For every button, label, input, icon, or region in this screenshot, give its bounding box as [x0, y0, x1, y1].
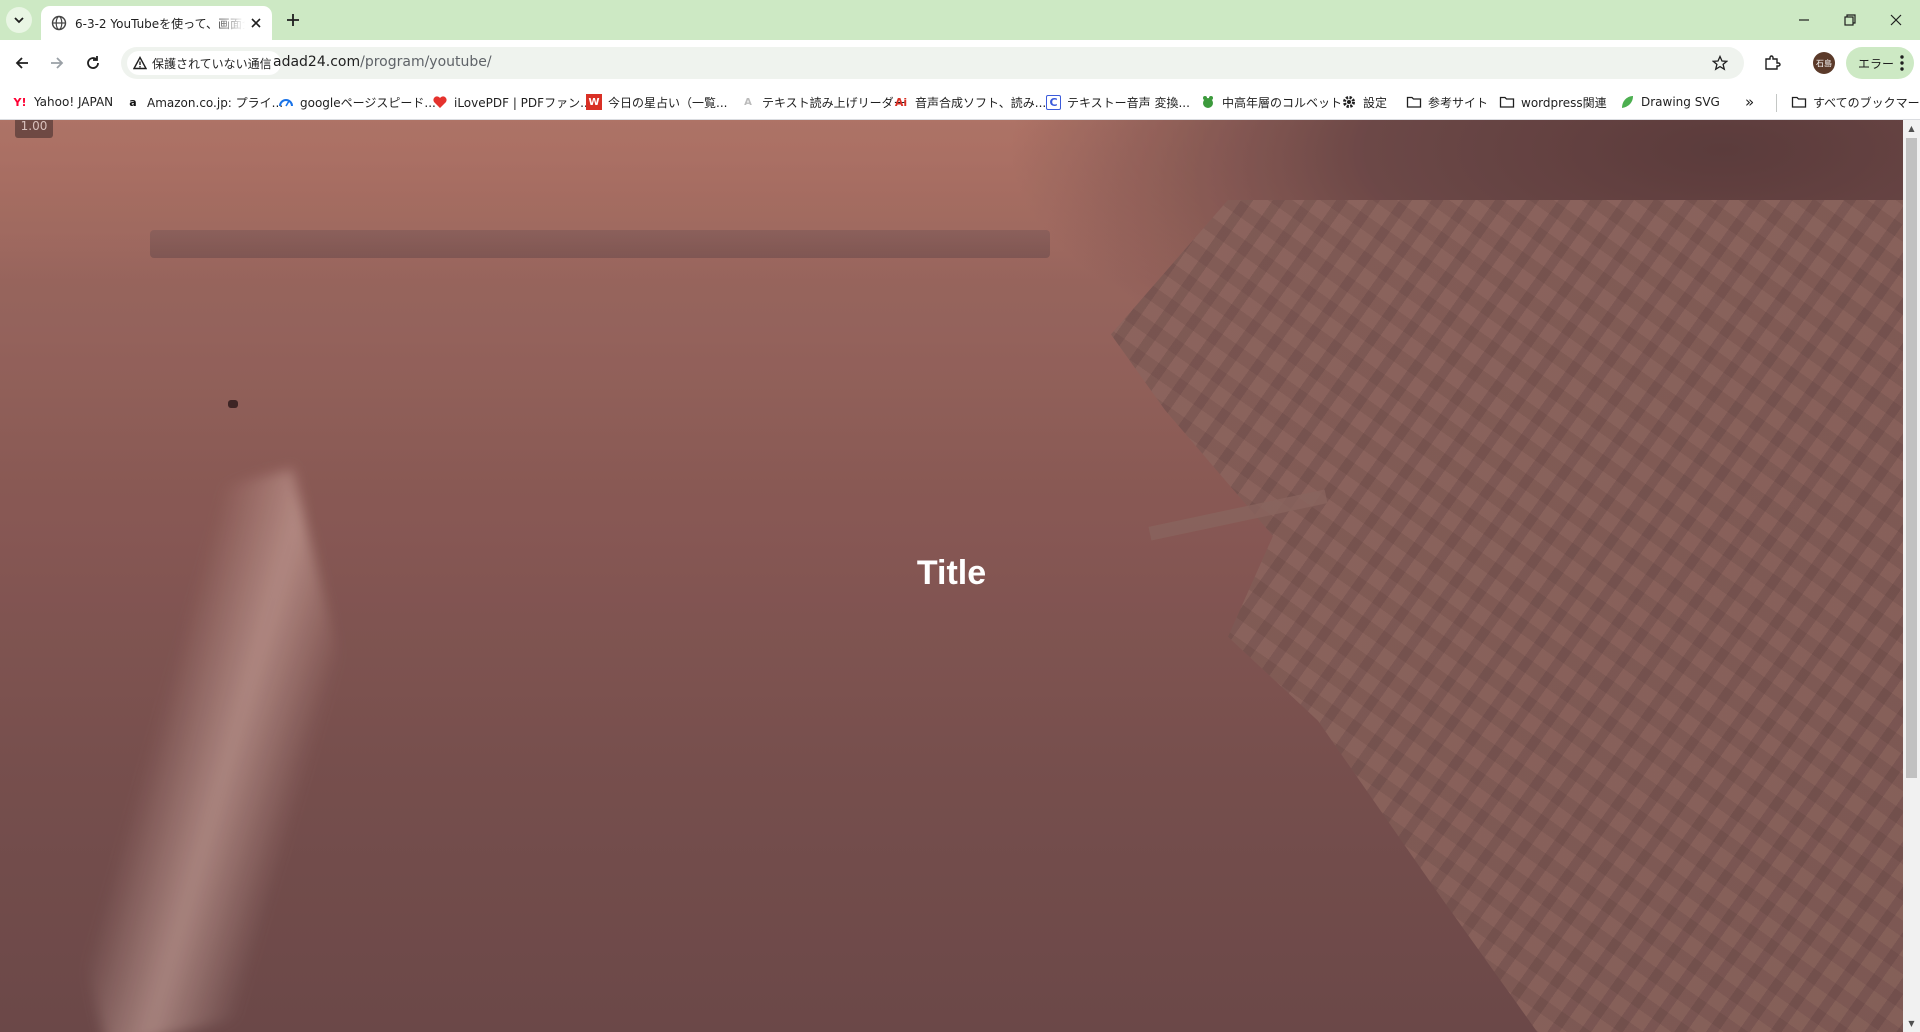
error-label: エラー [1858, 56, 1895, 71]
bookmarks-overflow-button[interactable]: » [1745, 92, 1754, 112]
minimize-button[interactable] [1781, 0, 1827, 40]
bookmark-label: wordpress関連 [1521, 95, 1607, 110]
new-tab-button[interactable] [281, 8, 305, 32]
bookmark-label: テキストー音声 変換... [1067, 95, 1190, 110]
gear-icon [1343, 96, 1355, 108]
scroll-down-icon[interactable]: ▼ [1907, 1019, 1916, 1028]
tab-title: 6-3-2 YouTubeを使って、画面全体 [75, 16, 245, 31]
puzzle-icon [1765, 55, 1781, 70]
star-icon [1712, 55, 1728, 71]
chevron-down-icon [14, 17, 24, 24]
tab-search-button[interactable] [6, 7, 32, 33]
all-bookmarks-label: すべてのブックマーク [1813, 95, 1920, 110]
page-content: 1.00 Title [0, 120, 1903, 1032]
reload-icon [87, 56, 99, 69]
arrow-left-icon [15, 57, 28, 69]
bookmark-item[interactable]: iLovePDF | PDFファン... [432, 92, 592, 112]
ai-icon: Ai [894, 95, 908, 109]
bookmark-folder[interactable]: wordpress関連 [1499, 92, 1607, 112]
scroll-up-icon[interactable]: ▲ [1907, 124, 1916, 133]
reload-button[interactable] [79, 49, 107, 77]
url-path: /program/youtube/ [360, 54, 492, 70]
folder-icon [1499, 96, 1515, 108]
bookmark-item[interactable]: 設定 [1341, 92, 1387, 112]
bookmarks-bar: Y! Yahoo! JAPAN a Amazon.co.jp: プライ... g… [0, 86, 1920, 120]
bookmark-label: テキスト読み上げリーダー [762, 95, 906, 110]
restore-icon [1844, 14, 1856, 26]
url-host: adad24.com [273, 54, 361, 70]
bookmark-label: 参考サイト [1428, 95, 1489, 110]
close-icon [1890, 14, 1902, 26]
pagespeed-icon [279, 99, 293, 107]
folder-icon [1406, 96, 1422, 108]
text-reader-icon: A [744, 96, 752, 108]
back-button[interactable] [8, 49, 36, 77]
bookmark-folder[interactable]: 参考サイト [1406, 92, 1488, 112]
profile-error-button[interactable]: エラー [1846, 47, 1914, 79]
globe-icon [51, 15, 67, 31]
restore-button[interactable] [1827, 0, 1873, 40]
more-vert-icon [1900, 55, 1904, 71]
security-indicator[interactable]: 保護されていない通信 [127, 51, 281, 75]
bookmark-item[interactable]: a Amazon.co.jp: プライ... [125, 92, 283, 112]
browser-toolbar: 保護されていない通信 adad24.com/program/youtube/ 石… [0, 40, 1920, 86]
tab-active[interactable]: 6-3-2 YouTubeを使って、画面全体 [41, 6, 272, 40]
heart-icon [433, 96, 447, 108]
security-label: 保護されていない通信 [152, 56, 272, 71]
frog-icon [1203, 96, 1213, 108]
vertical-scrollbar[interactable]: ▲ ▼ [1903, 120, 1920, 1032]
bookmark-item[interactable]: 中高年層のコルベット [1200, 92, 1342, 112]
address-bar[interactable]: 保護されていない通信 adad24.com/program/youtube/ [121, 47, 1744, 79]
playback-speed-badge: 1.00 [15, 120, 53, 138]
tab-strip: 6-3-2 YouTubeを使って、画面全体 [0, 0, 1920, 40]
bookmark-label: googleページスピード... [300, 95, 436, 110]
bookmark-item[interactable]: W 今日の星占い（一覧... [586, 92, 727, 112]
close-window-button[interactable] [1873, 0, 1919, 40]
bookmark-label: iLovePDF | PDFファン... [454, 95, 592, 110]
bookmark-item[interactable]: C テキストー音声 変換... [1046, 92, 1190, 112]
warning-icon [133, 56, 147, 70]
video-title: Title [916, 554, 987, 592]
close-tab-icon[interactable] [248, 15, 264, 31]
bookmark-label: Drawing SVG [1641, 95, 1720, 109]
bookmark-item[interactable]: Ai 音声合成ソフト、読み... [893, 92, 1046, 112]
minimize-icon [1799, 19, 1809, 21]
forward-button[interactable] [43, 49, 71, 77]
bookmark-item[interactable]: googleページスピード... [278, 92, 436, 112]
bookmark-divider [1776, 94, 1777, 112]
fortune-icon: W [586, 94, 602, 110]
url-text[interactable]: adad24.com/program/youtube/ [273, 54, 492, 70]
profile-avatar[interactable]: 石島 [1813, 52, 1835, 74]
bookmark-star-button[interactable] [1710, 53, 1730, 73]
bookmark-item[interactable]: Drawing SVG [1619, 92, 1720, 112]
plus-icon [287, 14, 299, 26]
bookmark-label: Yahoo! JAPAN [34, 95, 114, 109]
scrollbar-thumb[interactable] [1906, 138, 1917, 778]
amazon-icon: a [129, 95, 137, 109]
c-icon: C [1046, 94, 1061, 110]
arrow-right-icon [51, 57, 64, 69]
bookmark-label: 設定 [1363, 95, 1388, 110]
folder-icon [1791, 96, 1807, 108]
bookmark-label: Amazon.co.jp: プライ... [147, 95, 284, 110]
bookmark-label: 中高年層のコルベット [1222, 95, 1343, 110]
all-bookmarks-button[interactable]: すべてのブックマーク [1791, 92, 1920, 112]
bookmark-label: 今日の星占い（一覧... [608, 95, 728, 110]
svg-leaf-icon [1622, 96, 1633, 108]
bookmark-item[interactable]: A テキスト読み上げリーダー [740, 92, 906, 112]
bookmark-item[interactable]: Y! Yahoo! JAPAN [12, 92, 114, 112]
yahoo-icon: Y! [13, 95, 27, 109]
bookmark-label: 音声合成ソフト、読み... [915, 95, 1047, 110]
extensions-button[interactable] [1758, 49, 1786, 77]
